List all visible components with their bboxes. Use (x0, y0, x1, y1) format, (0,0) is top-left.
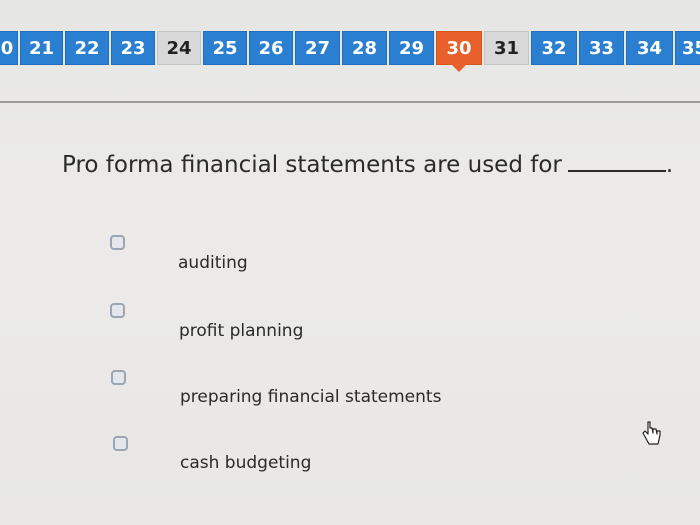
question-nav-item[interactable]: 25 (203, 31, 247, 65)
answer-option-profit-planning[interactable] (110, 303, 125, 318)
answer-option-cash-budgeting[interactable] (113, 436, 128, 451)
question-nav-item[interactable]: 22 (65, 31, 109, 65)
question-nav-item[interactable]: 0 (0, 31, 18, 65)
question-nav-item[interactable]: 21 (20, 31, 63, 65)
quiz-page: 0 21 22 23 24 25 26 27 28 29 30 31 32 33… (0, 0, 700, 525)
question-nav-item[interactable]: 35 (675, 31, 700, 65)
question-nav-item[interactable]: 34 (626, 31, 673, 65)
mouse-pointer-icon (642, 421, 661, 445)
answer-checkbox[interactable] (111, 370, 126, 385)
answer-option-label: auditing (178, 253, 248, 273)
answer-option-preparing-financial-statements[interactable] (111, 370, 126, 385)
answer-option-label: cash budgeting (180, 453, 312, 473)
question-nav-item[interactable]: 32 (531, 31, 577, 65)
answer-checkbox[interactable] (113, 436, 128, 451)
question-nav-item[interactable]: 28 (342, 31, 387, 65)
question-text: Pro forma financial statements are used … (62, 152, 562, 178)
answer-option-auditing[interactable] (110, 235, 125, 250)
question-nav-item[interactable]: 26 (249, 31, 293, 65)
question-nav-item[interactable]: 33 (579, 31, 624, 65)
question-nav-item[interactable]: 24 (157, 31, 201, 65)
answer-option-label: preparing financial statements (180, 387, 442, 407)
question-nav-item[interactable]: 27 (295, 31, 340, 65)
answer-checkbox[interactable] (110, 303, 125, 318)
question-prompt: Pro forma financial statements are used … (62, 150, 673, 178)
header-divider (0, 101, 700, 103)
question-nav-item[interactable]: 29 (389, 31, 434, 65)
question-navigation: 0 21 22 23 24 25 26 27 28 29 30 31 32 33… (0, 31, 700, 69)
question-trailing-punctuation: . (665, 152, 674, 178)
question-nav-item-current[interactable]: 30 (436, 31, 482, 65)
question-nav-item[interactable]: 31 (484, 31, 529, 65)
answer-checkbox[interactable] (110, 235, 125, 250)
question-nav-item[interactable]: 23 (111, 31, 155, 65)
answer-option-label: profit planning (179, 321, 304, 341)
answer-blank (567, 150, 666, 172)
